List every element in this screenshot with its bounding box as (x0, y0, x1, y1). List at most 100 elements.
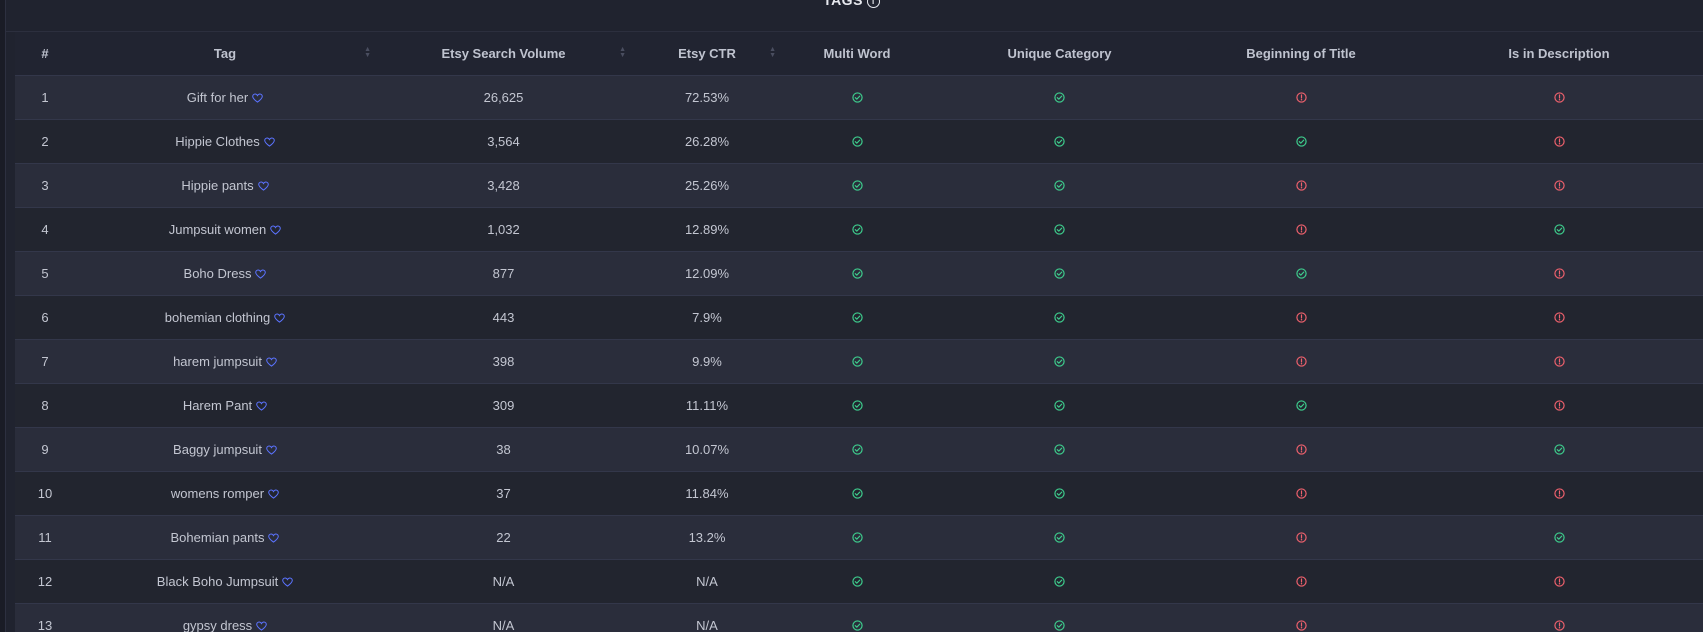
section-title: TAGS i (0, 0, 1703, 8)
check-circle-icon (1054, 267, 1065, 282)
column-header-tag-label: Tag (213, 46, 237, 61)
alert-circle-icon (1295, 91, 1307, 106)
heart-icon[interactable] (252, 91, 263, 106)
alert-circle-icon (1553, 575, 1565, 590)
heart-icon[interactable] (256, 399, 267, 414)
column-header-num-label: # (41, 46, 49, 61)
check-circle-icon (1054, 91, 1065, 106)
cell-description (1415, 163, 1703, 208)
alert-circle-icon (1553, 179, 1565, 194)
cell-description (1415, 339, 1703, 384)
check-circle-icon (1054, 399, 1065, 414)
cell-volume: N/A (375, 559, 632, 604)
cell-num: 7 (15, 339, 75, 384)
heart-icon[interactable] (263, 135, 275, 150)
alert-circle-icon (1295, 575, 1307, 590)
table-row: 9 Baggy jumpsuit 38 10.07% (15, 427, 1703, 472)
column-header-volume[interactable]: Etsy Search Volume ▲ ▼ (375, 32, 632, 76)
cell-beginning (1187, 339, 1415, 384)
check-circle-icon (851, 575, 863, 590)
table-row: 8 Harem Pant 309 11.11% (15, 383, 1703, 428)
alert-circle-icon (1295, 179, 1307, 194)
cell-description (1415, 603, 1703, 632)
alert-circle-icon (1553, 399, 1565, 414)
cell-num: 5 (15, 251, 75, 296)
cell-unique (932, 295, 1187, 340)
cell-description (1415, 119, 1703, 164)
alert-circle-icon (1295, 223, 1307, 238)
cell-ctr: 11.11% (632, 383, 782, 428)
sort-icon[interactable]: ▲ ▼ (769, 46, 776, 59)
alert-circle-icon (1295, 443, 1307, 458)
heart-icon[interactable] (268, 487, 279, 502)
cell-beginning (1187, 559, 1415, 604)
table-row: 4 Jumpsuit women 1,032 12.89% (15, 207, 1703, 252)
cell-num: 13 (15, 603, 75, 632)
column-header-beginning-of-title: Beginning of Title (1187, 32, 1415, 76)
column-header-tag[interactable]: Tag ▲ ▼ (75, 32, 375, 76)
tag-label: Harem Pant (182, 397, 253, 413)
cell-unique (932, 515, 1187, 560)
cell-multi (782, 75, 932, 120)
cell-description (1415, 75, 1703, 120)
heart-icon[interactable] (268, 531, 280, 546)
heart-icon[interactable] (255, 267, 267, 282)
cell-unique (932, 427, 1187, 472)
check-circle-icon (851, 135, 863, 150)
check-circle-icon (851, 223, 863, 238)
heart-icon[interactable] (266, 355, 277, 370)
cell-volume: 22 (375, 515, 632, 560)
heart-icon[interactable] (257, 179, 269, 194)
table-header-row: # Tag ▲ ▼ Etsy Search Volume ▲ ▼ Etsy CTR … (15, 32, 1703, 76)
cell-num: 11 (15, 515, 75, 560)
heart-icon[interactable] (282, 575, 293, 590)
cell-beginning (1187, 471, 1415, 516)
cell-multi (782, 207, 932, 252)
heart-icon[interactable] (266, 443, 277, 458)
table-row: 6 bohemian clothing 443 7.9% (15, 295, 1703, 340)
left-border (0, 0, 6, 632)
cell-ctr: 7.9% (632, 295, 782, 340)
cell-beginning (1187, 603, 1415, 632)
check-circle-icon (851, 487, 863, 502)
cell-multi (782, 251, 932, 296)
table-body: 1 Gift for her 26,625 72.53% 2 Hippie Clothes… (15, 75, 1703, 632)
cell-beginning (1187, 75, 1415, 120)
check-circle-icon (1054, 179, 1065, 194)
info-icon[interactable]: i (866, 0, 880, 8)
heart-icon[interactable] (274, 311, 286, 326)
check-circle-icon (851, 355, 863, 370)
cell-ctr: 9.9% (632, 339, 782, 384)
column-header-ctr[interactable]: Etsy CTR ▲ ▼ (632, 32, 782, 76)
table-row: 1 Gift for her 26,625 72.53% (15, 75, 1703, 120)
cell-tag: Black Boho Jumpsuit (75, 559, 375, 604)
tag-label: Hippie Clothes (175, 133, 260, 149)
tag-label: bohemian clothing (164, 309, 271, 325)
cell-ctr: 72.53% (632, 75, 782, 120)
cell-description (1415, 515, 1703, 560)
alert-circle-icon (1553, 267, 1565, 282)
cell-unique (932, 251, 1187, 296)
column-header-unique-category: Unique Category (932, 32, 1187, 76)
cell-num: 10 (15, 471, 75, 516)
sort-icon[interactable]: ▲ ▼ (619, 46, 626, 59)
column-header-in-description-label: Is in Description (1508, 46, 1610, 61)
check-circle-icon (851, 531, 863, 546)
cell-volume: 3,428 (375, 163, 632, 208)
sort-icon[interactable]: ▲ ▼ (364, 46, 371, 59)
tag-label: gypsy dress (182, 617, 253, 632)
cell-multi (782, 559, 932, 604)
heart-icon[interactable] (270, 223, 282, 238)
cell-ctr: 25.26% (632, 163, 782, 208)
cell-volume: 443 (375, 295, 632, 340)
cell-ctr: 26.28% (632, 119, 782, 164)
cell-multi (782, 339, 932, 384)
cell-beginning (1187, 163, 1415, 208)
cell-multi (782, 427, 932, 472)
table-row: 13 gypsy dress N/A N/A (15, 603, 1703, 632)
cell-description (1415, 383, 1703, 428)
cell-description (1415, 427, 1703, 472)
heart-icon[interactable] (256, 619, 267, 632)
cell-num: 9 (15, 427, 75, 472)
cell-ctr: 12.09% (632, 251, 782, 296)
